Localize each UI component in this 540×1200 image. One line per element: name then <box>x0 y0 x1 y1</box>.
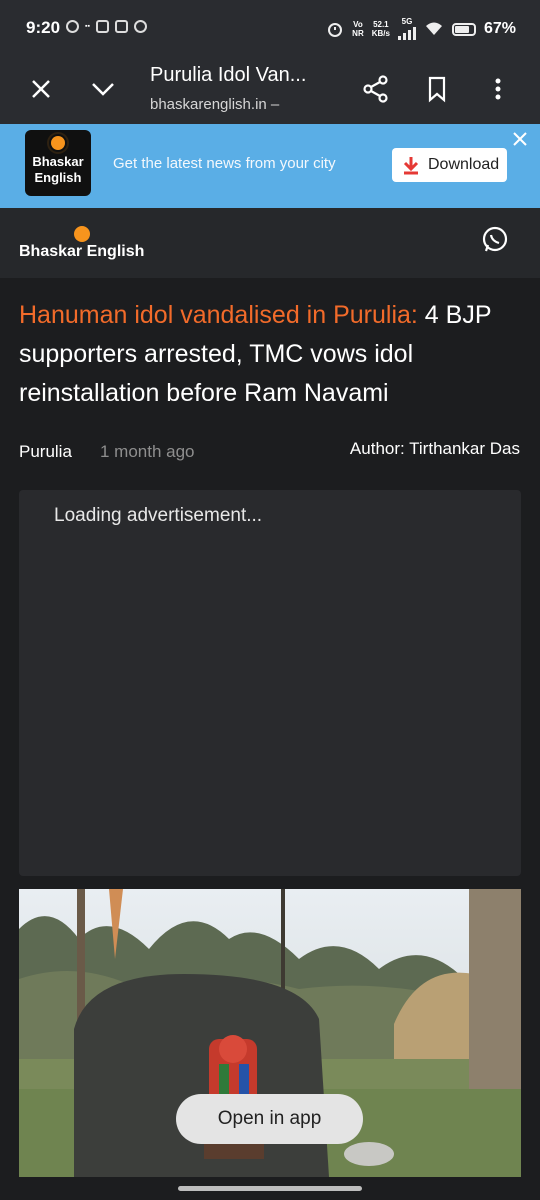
sun-logo-icon <box>51 136 65 150</box>
status-time: 9:20 <box>26 18 61 37</box>
whatsapp-share-icon[interactable] <box>480 225 510 255</box>
alarm-icon <box>328 23 343 37</box>
bookmark-icon[interactable] <box>424 74 450 104</box>
article-headline: Hanuman idol vandalised in Purulia: 4 BJ… <box>19 296 529 413</box>
signal-indicator: 5G <box>397 18 416 40</box>
banner-close-icon[interactable] <box>511 130 529 148</box>
headline-accent: Hanuman idol vandalised in Purulia: <box>19 301 418 329</box>
volte-indicator: Vo NR <box>352 20 364 38</box>
download-button[interactable]: Download <box>392 148 507 182</box>
chevron-down-icon[interactable] <box>88 74 118 104</box>
page-title[interactable]: Purulia Idol Van... <box>150 64 306 87</box>
app-notification-icon: ▪▪ <box>85 23 90 30</box>
status-right: Vo NR 52.1 KB/s 5G 67% <box>326 18 516 40</box>
location-icon <box>133 20 147 33</box>
dailyhunt-notification-icon <box>114 20 128 33</box>
signal-bars-icon <box>397 26 416 40</box>
bhaskar-app-logo: Bhaskar English <box>25 130 91 196</box>
site-logo[interactable]: Bhaskar English <box>19 243 144 261</box>
browser-toolbar: Purulia Idol Van... bhaskarenglish.in – <box>0 58 540 124</box>
battery-icon <box>451 22 476 36</box>
banner-message: Get the latest news from your city <box>113 155 336 172</box>
gesture-nav-handle[interactable] <box>178 1186 362 1191</box>
wifi-icon <box>425 22 442 35</box>
battery-percent: 67% <box>483 20 516 37</box>
whatsapp-notification-icon <box>66 20 79 33</box>
article-author: Author: Tirthankar Das <box>349 439 520 458</box>
open-in-app-button[interactable]: Open in app <box>176 1094 363 1144</box>
network-speed: 52.1 KB/s <box>371 20 390 38</box>
download-icon <box>403 157 419 175</box>
site-logo-sun-icon <box>74 226 90 242</box>
article-category[interactable]: Purulia <box>19 442 72 462</box>
more-vert-icon[interactable] <box>488 74 508 104</box>
download-label: Download <box>428 156 500 173</box>
advertisement-loading-text: Loading advertisement... <box>54 505 263 526</box>
status-bar: 9:20 ▪▪ Vo NR 52.1 KB/s 5G 67% <box>0 0 540 58</box>
square-notification-icon <box>95 20 109 33</box>
article-time: 1 month ago <box>100 442 195 461</box>
close-icon[interactable] <box>26 74 56 104</box>
page-url[interactable]: bhaskarenglish.in – <box>150 96 310 113</box>
notification-icons: ▪▪ <box>66 20 147 33</box>
share-icon[interactable] <box>362 74 390 104</box>
advertisement-slot <box>19 490 521 876</box>
